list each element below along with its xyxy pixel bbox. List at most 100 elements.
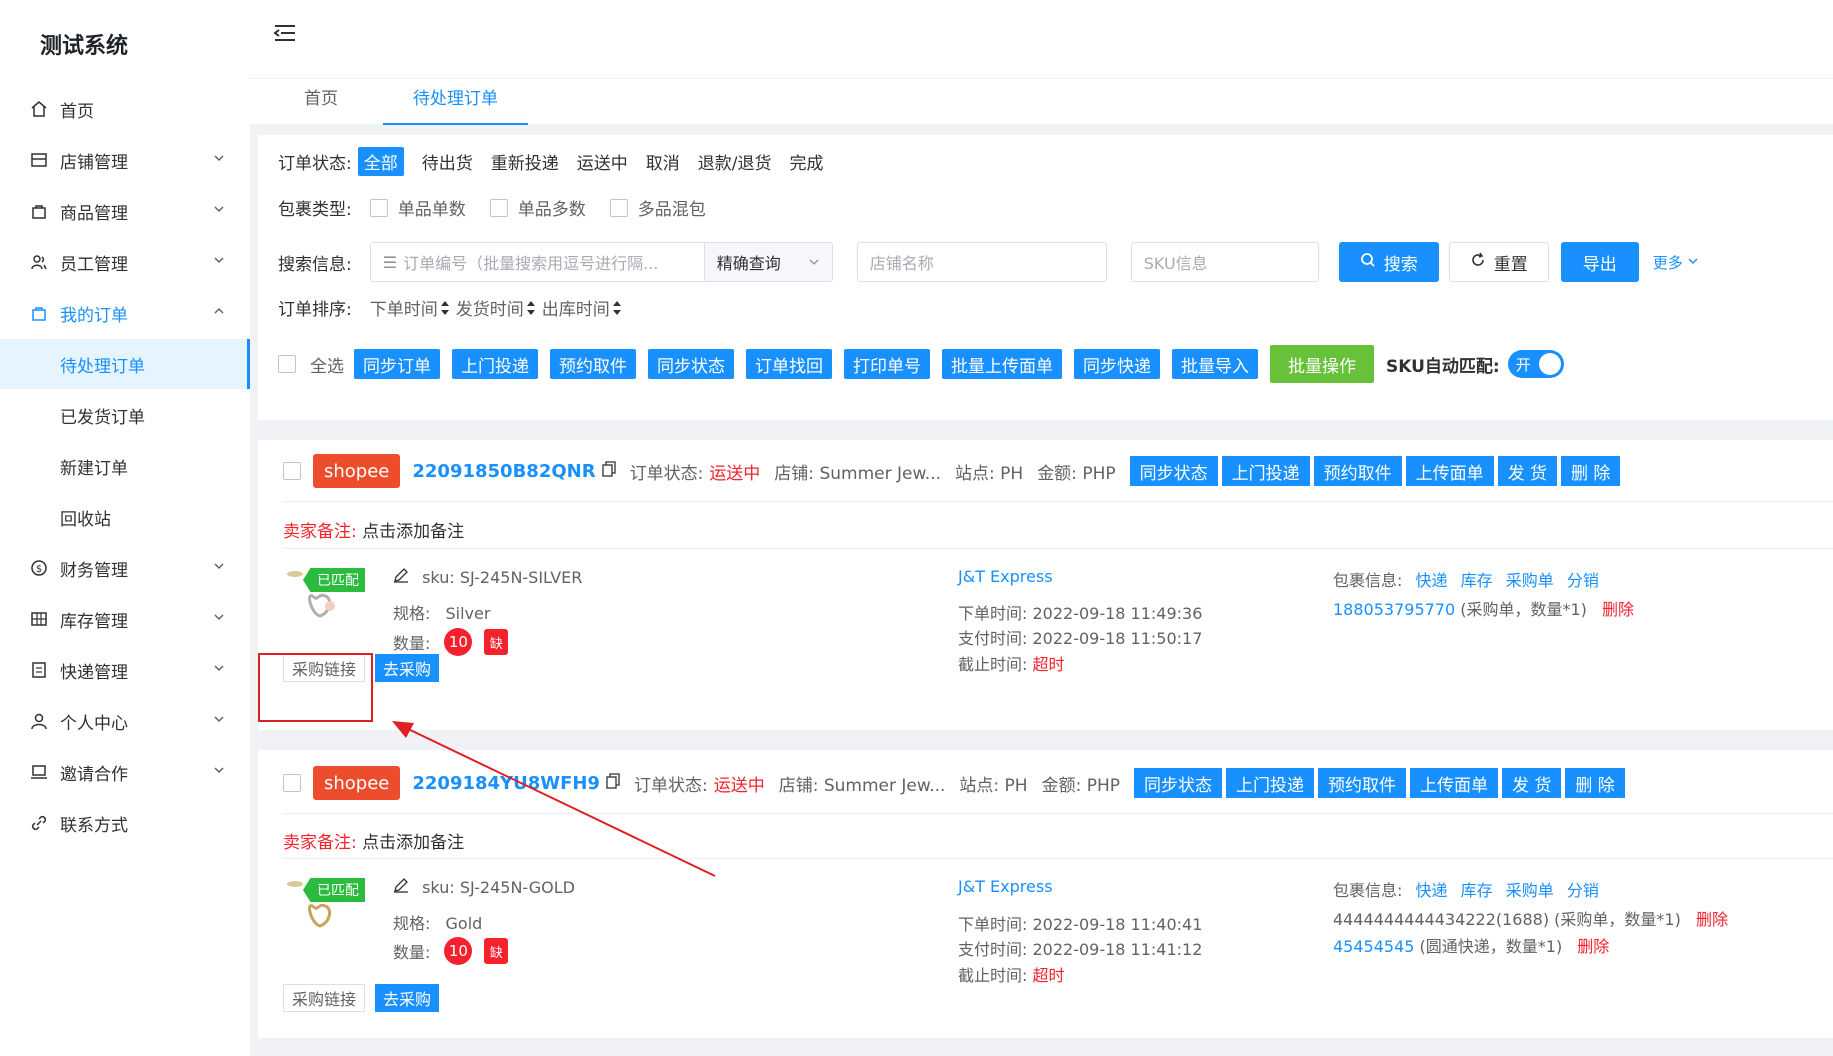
schedule-pickup-button[interactable]: 预约取件	[1318, 768, 1406, 798]
upload-label-button[interactable]: 上传面单	[1405, 456, 1494, 486]
upload-label-button[interactable]: 上传面单	[1410, 768, 1498, 798]
purchase-link-button[interactable]: 采购链接	[283, 984, 366, 1012]
order-number[interactable]: 2209184YU8WFH9	[412, 773, 600, 794]
copy-icon[interactable]	[606, 772, 620, 794]
door-delivery-button[interactable]: 上门投递	[1221, 456, 1310, 486]
order-checkbox[interactable]	[283, 774, 301, 792]
sidebar-item-inventory[interactable]: 库存管理	[0, 594, 250, 644]
package-entry-id[interactable]: 45454545	[1333, 937, 1414, 956]
tab-home[interactable]: 首页	[274, 79, 368, 125]
sidebar-item-pending-orders[interactable]: 待处理订单	[0, 339, 250, 389]
go-purchase-button[interactable]: 去采购	[375, 654, 440, 682]
go-purchase-button[interactable]: 去采购	[375, 984, 440, 1012]
sidebar-item-shipped-orders[interactable]: 已发货订单	[0, 390, 250, 440]
package-link-stock[interactable]: 库存	[1461, 571, 1493, 590]
package-link-express[interactable]: 快递	[1416, 571, 1448, 590]
package-link-stock[interactable]: 库存	[1461, 881, 1493, 900]
sort-outbound-time[interactable]: 出库时间	[542, 295, 622, 320]
sidebar-item-store[interactable]: 店铺管理	[0, 135, 250, 185]
sidebar-item-profile[interactable]: 个人中心	[0, 696, 250, 746]
status-option[interactable]: 取消	[646, 149, 680, 174]
delete-button[interactable]: 删 除	[1565, 768, 1625, 798]
sidebar-item-new-order[interactable]: 新建订单	[0, 441, 250, 491]
schedule-pickup-button[interactable]: 预约取件	[1313, 456, 1402, 486]
sidebar-item-home[interactable]: 首页	[0, 84, 250, 134]
checkbox[interactable]	[609, 198, 628, 217]
sku-auto-match-toggle[interactable]: 开	[1507, 350, 1564, 378]
sidebar-item-invite[interactable]: 邀请合作	[0, 747, 250, 797]
package-link-purchase[interactable]: 采购单	[1506, 571, 1554, 590]
order-number[interactable]: 22091850B82QNR	[412, 461, 595, 482]
store-name-input[interactable]: 店铺名称	[856, 242, 1107, 282]
edit-icon[interactable]	[393, 568, 409, 587]
package-filter-label: 包裹类型:	[278, 200, 352, 220]
status-option[interactable]: 完成	[789, 149, 823, 174]
package-entry-delete[interactable]: 删除	[1602, 600, 1634, 619]
home-icon	[28, 98, 50, 120]
sidebar-item-recycle-bin[interactable]: 回收站	[0, 492, 250, 542]
reset-button[interactable]: 重置	[1448, 242, 1549, 282]
seller-note[interactable]: 卖家备注: 点击添加备注	[283, 517, 464, 542]
search-button[interactable]: 搜索	[1338, 242, 1439, 282]
checkbox[interactable]	[369, 198, 388, 217]
sync-orders-button[interactable]: 同步订单	[354, 349, 440, 379]
package-option[interactable]: 多品混包	[609, 195, 706, 220]
package-entry: 45454545 (圆通快递，数量*1) 删除	[1333, 933, 1609, 957]
copy-icon[interactable]	[601, 460, 616, 482]
sidebar-item-express[interactable]: 快递管理	[0, 645, 250, 695]
select-all-checkbox[interactable]	[278, 355, 296, 373]
sync-express-button[interactable]: 同步快递	[1074, 349, 1160, 379]
tab-pending-orders[interactable]: 待处理订单	[383, 79, 528, 125]
package-entry-desc: (圆通快递，数量*1)	[1414, 937, 1563, 956]
delete-button[interactable]: 删 除	[1561, 456, 1621, 486]
sidebar-item-contact[interactable]: 联系方式	[0, 798, 250, 848]
batch-operation-button[interactable]: 批量操作	[1270, 345, 1374, 383]
package-link-distribution[interactable]: 分销	[1567, 571, 1599, 590]
package-entry-id[interactable]: 188053795770	[1333, 600, 1455, 619]
status-option[interactable]: 待出货	[422, 149, 473, 174]
sync-status-button[interactable]: 同步状态	[648, 349, 734, 379]
door-delivery-button[interactable]: 上门投递	[452, 349, 538, 379]
sort-order-time[interactable]: 下单时间	[370, 295, 450, 320]
door-delivery-button[interactable]: 上门投递	[1226, 768, 1314, 798]
sync-status-button[interactable]: 同步状态	[1129, 456, 1218, 486]
sort-ship-time[interactable]: 发货时间	[456, 295, 536, 320]
sidebar-item-staff[interactable]: 员工管理	[0, 237, 250, 287]
sync-status-button[interactable]: 同步状态	[1134, 768, 1222, 798]
seller-note[interactable]: 卖家备注: 点击添加备注	[283, 828, 464, 853]
status-option[interactable]: 退款/退货	[698, 149, 772, 174]
status-option[interactable]: 重新投递	[491, 149, 559, 174]
status-option[interactable]: 运送中	[577, 149, 628, 174]
sku-input[interactable]: SKU信息	[1130, 242, 1319, 282]
package-entry-delete[interactable]: 删除	[1577, 937, 1609, 956]
money-icon: $	[28, 557, 50, 579]
checkbox[interactable]	[489, 198, 508, 217]
order-search-input[interactable]: ☰ 订单编号（批量搜索用逗号进行隔...	[369, 242, 705, 282]
match-type-select[interactable]: 精确查询	[704, 242, 833, 282]
purchase-link-button[interactable]: 采购链接	[283, 654, 366, 682]
batch-import-button[interactable]: 批量导入	[1172, 349, 1258, 379]
menu-fold-icon[interactable]	[272, 22, 298, 51]
more-filters-link[interactable]: 更多	[1653, 252, 1699, 273]
order-checkbox[interactable]	[283, 462, 301, 480]
export-button[interactable]: 导出	[1560, 242, 1639, 282]
package-link-purchase[interactable]: 采购单	[1506, 881, 1554, 900]
status-option-all[interactable]: 全部	[357, 147, 404, 176]
chevron-up-icon	[212, 303, 226, 323]
ship-button[interactable]: 发 货	[1497, 456, 1558, 486]
divider	[283, 548, 1833, 549]
print-tracking-button[interactable]: 打印单号	[844, 349, 930, 379]
ship-button[interactable]: 发 货	[1502, 768, 1562, 798]
package-link-distribution[interactable]: 分销	[1567, 881, 1599, 900]
schedule-pickup-button[interactable]: 预约取件	[550, 349, 636, 379]
sidebar-item-products[interactable]: 商品管理	[0, 186, 250, 236]
sidebar-item-my-orders[interactable]: 我的订单	[0, 288, 250, 338]
sidebar-item-finance[interactable]: $ 财务管理	[0, 543, 250, 593]
package-option[interactable]: 单品单数	[369, 195, 466, 220]
batch-upload-label-button[interactable]: 批量上传面单	[942, 349, 1062, 379]
package-option[interactable]: 单品多数	[489, 195, 586, 220]
edit-icon[interactable]	[393, 878, 409, 897]
package-entry-delete[interactable]: 删除	[1696, 910, 1728, 929]
recover-order-button[interactable]: 订单找回	[746, 349, 832, 379]
package-link-express[interactable]: 快递	[1416, 881, 1448, 900]
